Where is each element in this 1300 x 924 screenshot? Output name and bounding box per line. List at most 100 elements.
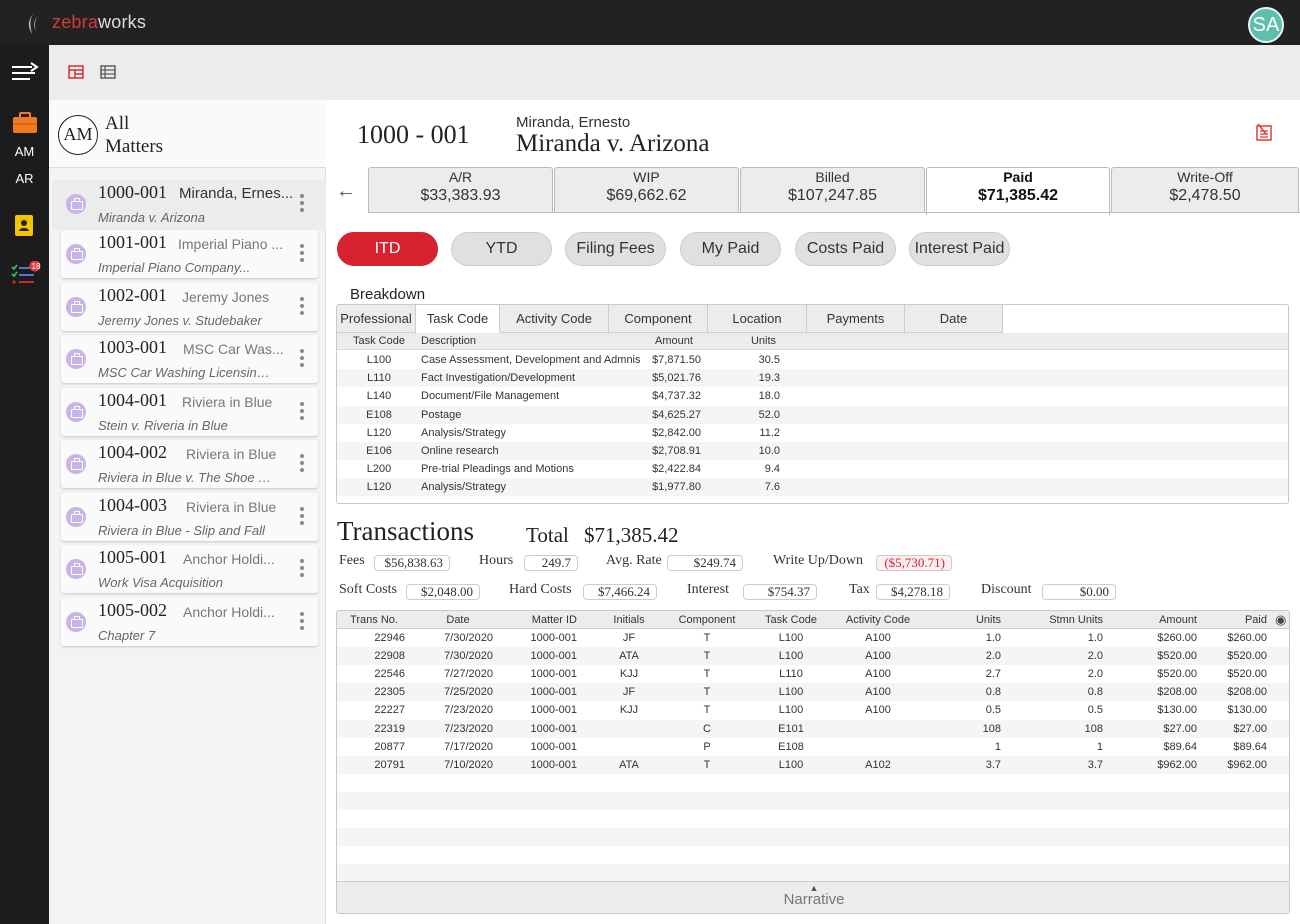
more-vertical-icon[interactable] <box>300 454 304 474</box>
transactions-col-header[interactable]: Paid <box>1189 614 1267 626</box>
table-row[interactable]: 22946 7/30/2020 1000-001 JF T L100 A100 1.0 1.0 $… <box>337 629 1289 647</box>
menu-toggle-icon[interactable] <box>0 62 49 82</box>
table-cell: E108 <box>778 740 804 753</box>
user-avatar[interactable]: SA <box>1248 7 1284 43</box>
table-view-icon[interactable] <box>100 65 116 79</box>
table-row[interactable]: L120 Analysis/Strategy $1,977.80 7.6 <box>337 478 1288 497</box>
breakdown-tab-activity-code[interactable]: Activity Code <box>500 305 609 333</box>
more-vertical-icon[interactable] <box>300 612 304 632</box>
matter-card[interactable]: 1001-001 Imperial Piano ... Imperial Piano… <box>61 230 318 278</box>
table-row[interactable]: 22908 7/30/2020 1000-001 ATA T L100 A100 2.0 2.0… <box>337 647 1289 666</box>
hours-value: 249.7 <box>524 555 578 571</box>
more-vertical-icon[interactable] <box>300 349 304 369</box>
transactions-col-header[interactable]: Units <box>947 614 1001 626</box>
filter-ytd[interactable]: YTD <box>451 232 552 266</box>
table-cell: Document/File Management <box>421 390 560 403</box>
more-vertical-icon[interactable] <box>300 402 304 422</box>
breakdown-col-header[interactable]: Amount <box>647 335 701 347</box>
table-cell: T <box>703 650 711 663</box>
matter-card[interactable]: 1004-001 Riviera in Blue Stein v. Riveria … <box>61 388 318 436</box>
rail-am-label[interactable]: AM <box>0 144 49 159</box>
matter-card[interactable]: 1005-002 Anchor Holdi... Chapter 7 <box>61 598 318 646</box>
transactions-col-header[interactable]: Task Code <box>761 614 821 626</box>
table-row[interactable]: 22546 7/27/2020 1000-001 KJJ T L110 A100 2.7 2.0… <box>337 665 1289 683</box>
table-row[interactable]: L200 Pre-trial Pleadings and Motions $2,42… <box>337 460 1288 478</box>
filter-interest-paid[interactable]: Interest Paid <box>909 232 1010 266</box>
tab-billed[interactable]: Billed $107,247.85 <box>740 167 925 213</box>
breakdown-tab-component[interactable]: Component <box>609 305 708 333</box>
table-row[interactable]: 20877 7/17/2020 1000-001 P E108 1 1 $89.64 $89.6… <box>337 738 1289 756</box>
tab-paid[interactable]: Paid $71,385.42 <box>926 167 1110 215</box>
table-row[interactable]: 22227 7/23/2020 1000-001 KJJ T L100 A100 0.5 0.5… <box>337 701 1289 719</box>
notes-icon[interactable] <box>1254 122 1274 142</box>
transactions-col-header[interactable]: Stmn Units <box>1027 614 1103 626</box>
back-arrow-icon[interactable]: ← <box>336 180 356 203</box>
breakdown-col-header[interactable]: Units <box>747 335 780 347</box>
table-row[interactable]: L110 Fact Investigation/Development $5,021… <box>337 369 1288 388</box>
narrative-label: Narrative <box>783 891 845 908</box>
table-row <box>337 846 1289 864</box>
breakdown-tab-location[interactable]: Location <box>708 305 807 333</box>
table-row[interactable]: L100 Case Assessment, Development and Adm… <box>337 351 1288 369</box>
breakdown-col-header[interactable]: Description <box>421 335 651 347</box>
narrative-toggle[interactable]: ▲ Narrative <box>337 881 1289 913</box>
all-matters-header[interactable]: AM All Matters <box>49 100 326 168</box>
table-row[interactable]: 22319 7/23/2020 1000-001 C E101 108 108 $27.00 $… <box>337 719 1289 738</box>
matter-card[interactable]: 1002-001 Jeremy Jones Jeremy Jones v. Stud… <box>61 283 318 331</box>
rail-ar-label[interactable]: AR <box>0 171 49 186</box>
more-vertical-icon[interactable] <box>300 244 304 264</box>
table-row[interactable]: E108 Postage $4,625.27 52.0 <box>337 405 1288 424</box>
breakdown-tab-professional[interactable]: Professional <box>337 305 416 333</box>
more-vertical-icon[interactable] <box>300 297 304 317</box>
matter-card[interactable]: 1004-003 Riviera in Blue Riviera in Blue -… <box>61 493 318 541</box>
matter-card-number: 1004-002 <box>98 442 167 462</box>
more-vertical-icon[interactable] <box>300 559 304 579</box>
filter-my-paid[interactable]: My Paid <box>680 232 781 266</box>
table-cell: Analysis/Strategy <box>421 481 506 494</box>
transactions-col-header[interactable]: Initials <box>601 614 657 626</box>
transactions-col-header[interactable]: Component <box>675 614 739 626</box>
matters-briefcase-icon[interactable] <box>0 112 49 134</box>
table-cell: T <box>703 632 711 644</box>
dashboard-view-icon[interactable] <box>68 65 84 79</box>
table-cell: 22227 <box>374 704 405 717</box>
more-vertical-icon[interactable] <box>300 194 304 214</box>
soft-costs-label: Soft Costs <box>339 582 397 597</box>
transactions-col-header[interactable]: Date <box>423 614 493 626</box>
transactions-col-header[interactable]: Trans No. <box>343 614 405 626</box>
contacts-icon[interactable] <box>0 213 49 237</box>
table-cell: $520.00 <box>1157 668 1197 681</box>
table-row[interactable]: L120 Analysis/Strategy $2,842.00 11.2 <box>337 424 1288 442</box>
breakdown-tab-task-code[interactable]: Task Code <box>416 305 500 333</box>
table-cell: $520.00 <box>1227 650 1267 663</box>
matter-card[interactable]: 1000-001 Miranda, Ernes... Miranda v. Ariz… <box>52 180 326 230</box>
breakdown-tab-date[interactable]: Date <box>905 305 1003 333</box>
eye-icon[interactable]: ◉ <box>1275 612 1286 628</box>
matter-card[interactable]: 1004-002 Riviera in Blue Riviera in Blue v… <box>61 440 318 488</box>
table-row[interactable]: 20791 7/10/2020 1000-001 ATA T L100 A102 3.7 3.7… <box>337 755 1289 774</box>
filter-filing-fees[interactable]: Filing Fees <box>565 232 666 266</box>
table-cell: 1000-001 <box>530 704 578 717</box>
tab-wip[interactable]: WIP $69,662.62 <box>554 167 739 213</box>
table-cell: ATA <box>619 758 639 771</box>
transactions-col-header[interactable]: Activity Code <box>837 614 919 626</box>
breakdown-col-header[interactable]: Task Code <box>353 335 405 347</box>
briefcase-icon <box>66 194 86 214</box>
matter-card[interactable]: 1003-001 MSC Car Was... MSC Car Washing Li… <box>61 335 318 383</box>
table-row[interactable]: 22305 7/25/2020 1000-001 JF T L100 A100 0.8 0.8 $… <box>337 683 1289 702</box>
tab-value: $107,247.85 <box>788 187 877 204</box>
more-vertical-icon[interactable] <box>300 507 304 527</box>
matter-card-number: 1003-001 <box>98 337 167 357</box>
transactions-col-header[interactable]: Amount <box>1107 614 1197 626</box>
matter-card-subtitle: Riviera in Blue v. The Shoe Sto... <box>98 470 273 485</box>
matter-detail: 1000 - 001 Miranda, Ernesto Miranda v. A… <box>326 100 1300 924</box>
matter-card[interactable]: 1005-001 Anchor Holdi... Work Visa Acquisi… <box>61 545 318 593</box>
filter-costs-paid[interactable]: Costs Paid <box>795 232 896 266</box>
table-row[interactable]: E106 Online research $2,708.91 10.0 <box>337 442 1288 460</box>
breakdown-tab-payments[interactable]: Payments <box>807 305 905 333</box>
table-row[interactable]: L140 Document/File Management $4,737.32 18.… <box>337 387 1288 405</box>
tab-write-off[interactable]: Write-Off $2,478.50 <box>1111 167 1299 213</box>
tab-a-r[interactable]: A/R $33,383.93 <box>368 167 553 213</box>
filter-itd[interactable]: ITD <box>337 232 438 266</box>
transactions-col-header[interactable]: Matter ID <box>509 614 577 626</box>
